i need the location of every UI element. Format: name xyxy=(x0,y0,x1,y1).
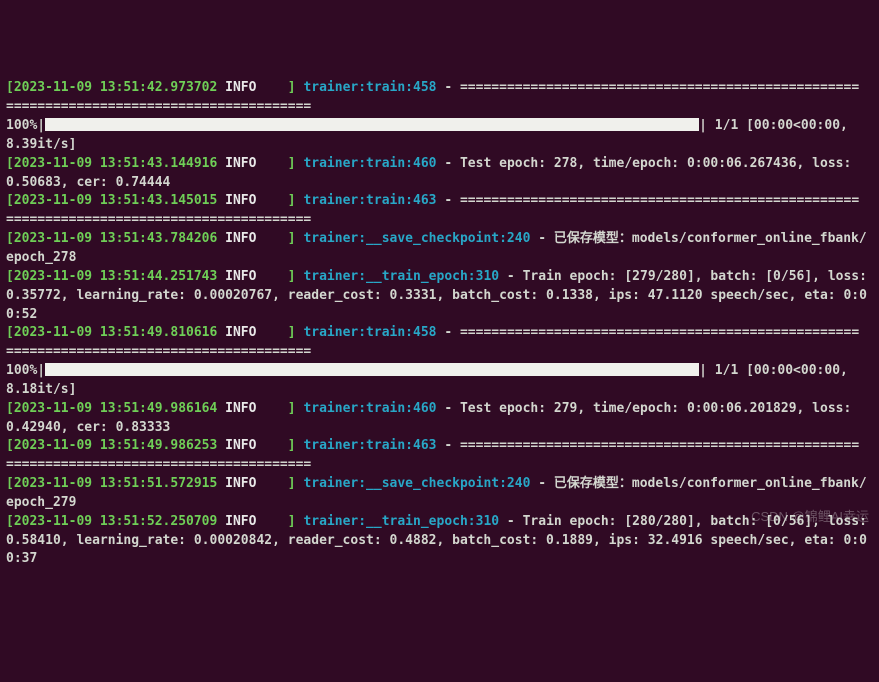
separator: ======================================= xyxy=(6,99,311,114)
bracket-open: [ xyxy=(6,438,14,453)
timestamp: 2023-11-09 13:51:43.145015 xyxy=(14,193,218,208)
log-line: [2023-11-09 13:51:52.250709 INFO ] train… xyxy=(6,513,873,570)
logger-name: trainer:__train_epoch:310 xyxy=(303,514,499,529)
timestamp: 2023-11-09 13:51:49.810616 xyxy=(14,325,218,340)
logger-name: trainer:__save_checkpoint:240 xyxy=(303,476,530,491)
bracket-close: ] xyxy=(288,476,296,491)
logger-name: trainer:__save_checkpoint:240 xyxy=(303,231,530,246)
timestamp: 2023-11-09 13:51:43.144916 xyxy=(14,156,218,171)
progress-bar xyxy=(45,363,699,376)
bracket-open: [ xyxy=(6,231,14,246)
progress-percent: 100%| xyxy=(6,363,45,378)
log-line: [2023-11-09 13:51:51.572915 INFO ] train… xyxy=(6,475,873,513)
timestamp: 2023-11-09 13:51:44.251743 xyxy=(14,269,218,284)
log-level: INFO xyxy=(225,193,256,208)
log-level: INFO xyxy=(225,156,256,171)
bracket-close: ] xyxy=(288,269,296,284)
log-message: - ======================================… xyxy=(437,80,860,95)
terminal-output: [2023-11-09 13:51:42.973702 INFO ] train… xyxy=(6,79,873,569)
log-line: [2023-11-09 13:51:49.986164 INFO ] train… xyxy=(6,400,873,438)
log-line: 100%|| 1/1 [00:00<00:00, 8.39it/s] xyxy=(6,117,873,155)
bracket-open: [ xyxy=(6,514,14,529)
bracket-open: [ xyxy=(6,476,14,491)
log-message: - ======================================… xyxy=(437,193,860,208)
logger-name: trainer:__train_epoch:310 xyxy=(303,269,499,284)
log-line: [2023-11-09 13:51:43.144916 INFO ] train… xyxy=(6,155,873,193)
bracket-open: [ xyxy=(6,401,14,416)
log-level: INFO xyxy=(225,80,256,95)
timestamp: 2023-11-09 13:51:43.784206 xyxy=(14,231,218,246)
timestamp: 2023-11-09 13:51:52.250709 xyxy=(14,514,218,529)
separator: ======================================= xyxy=(6,457,311,472)
log-line: ======================================= xyxy=(6,343,873,362)
bracket-close: ] xyxy=(288,325,296,340)
bracket-open: [ xyxy=(6,325,14,340)
log-level: INFO xyxy=(225,476,256,491)
progress-percent: 100%| xyxy=(6,118,45,133)
log-level: INFO xyxy=(225,401,256,416)
log-line: 100%|| 1/1 [00:00<00:00, 8.18it/s] xyxy=(6,362,873,400)
timestamp: 2023-11-09 13:51:49.986253 xyxy=(14,438,218,453)
progress-bar xyxy=(45,118,699,131)
log-message: - ======================================… xyxy=(437,325,860,340)
bracket-close: ] xyxy=(288,156,296,171)
timestamp: 2023-11-09 13:51:49.986164 xyxy=(14,401,218,416)
log-level: INFO xyxy=(225,325,256,340)
log-level: INFO xyxy=(225,269,256,284)
bracket-open: [ xyxy=(6,80,14,95)
bracket-close: ] xyxy=(288,80,296,95)
bracket-close: ] xyxy=(288,231,296,246)
log-line: [2023-11-09 13:51:44.251743 INFO ] train… xyxy=(6,268,873,325)
log-line: [2023-11-09 13:51:49.986253 INFO ] train… xyxy=(6,437,873,456)
log-line: [2023-11-09 13:51:42.973702 INFO ] train… xyxy=(6,79,873,98)
bracket-open: [ xyxy=(6,156,14,171)
log-line: ======================================= xyxy=(6,211,873,230)
logger-name: trainer:train:460 xyxy=(303,156,436,171)
logger-name: trainer:train:458 xyxy=(303,80,436,95)
logger-name: trainer:train:463 xyxy=(303,193,436,208)
log-level: INFO xyxy=(225,231,256,246)
bracket-open: [ xyxy=(6,193,14,208)
log-message: - ======================================… xyxy=(437,438,860,453)
log-level: INFO xyxy=(225,514,256,529)
timestamp: 2023-11-09 13:51:51.572915 xyxy=(14,476,218,491)
logger-name: trainer:train:458 xyxy=(303,325,436,340)
log-line: ======================================= xyxy=(6,456,873,475)
log-level: INFO xyxy=(225,438,256,453)
separator: ======================================= xyxy=(6,344,311,359)
bracket-close: ] xyxy=(288,438,296,453)
bracket-close: ] xyxy=(288,514,296,529)
bracket-close: ] xyxy=(288,401,296,416)
logger-name: trainer:train:460 xyxy=(303,401,436,416)
log-line: ======================================= xyxy=(6,98,873,117)
log-line: [2023-11-09 13:51:43.784206 INFO ] train… xyxy=(6,230,873,268)
bracket-open: [ xyxy=(6,269,14,284)
bracket-close: ] xyxy=(288,193,296,208)
log-line: [2023-11-09 13:51:43.145015 INFO ] train… xyxy=(6,192,873,211)
separator: ======================================= xyxy=(6,212,311,227)
log-line: [2023-11-09 13:51:49.810616 INFO ] train… xyxy=(6,324,873,343)
timestamp: 2023-11-09 13:51:42.973702 xyxy=(14,80,218,95)
logger-name: trainer:train:463 xyxy=(303,438,436,453)
